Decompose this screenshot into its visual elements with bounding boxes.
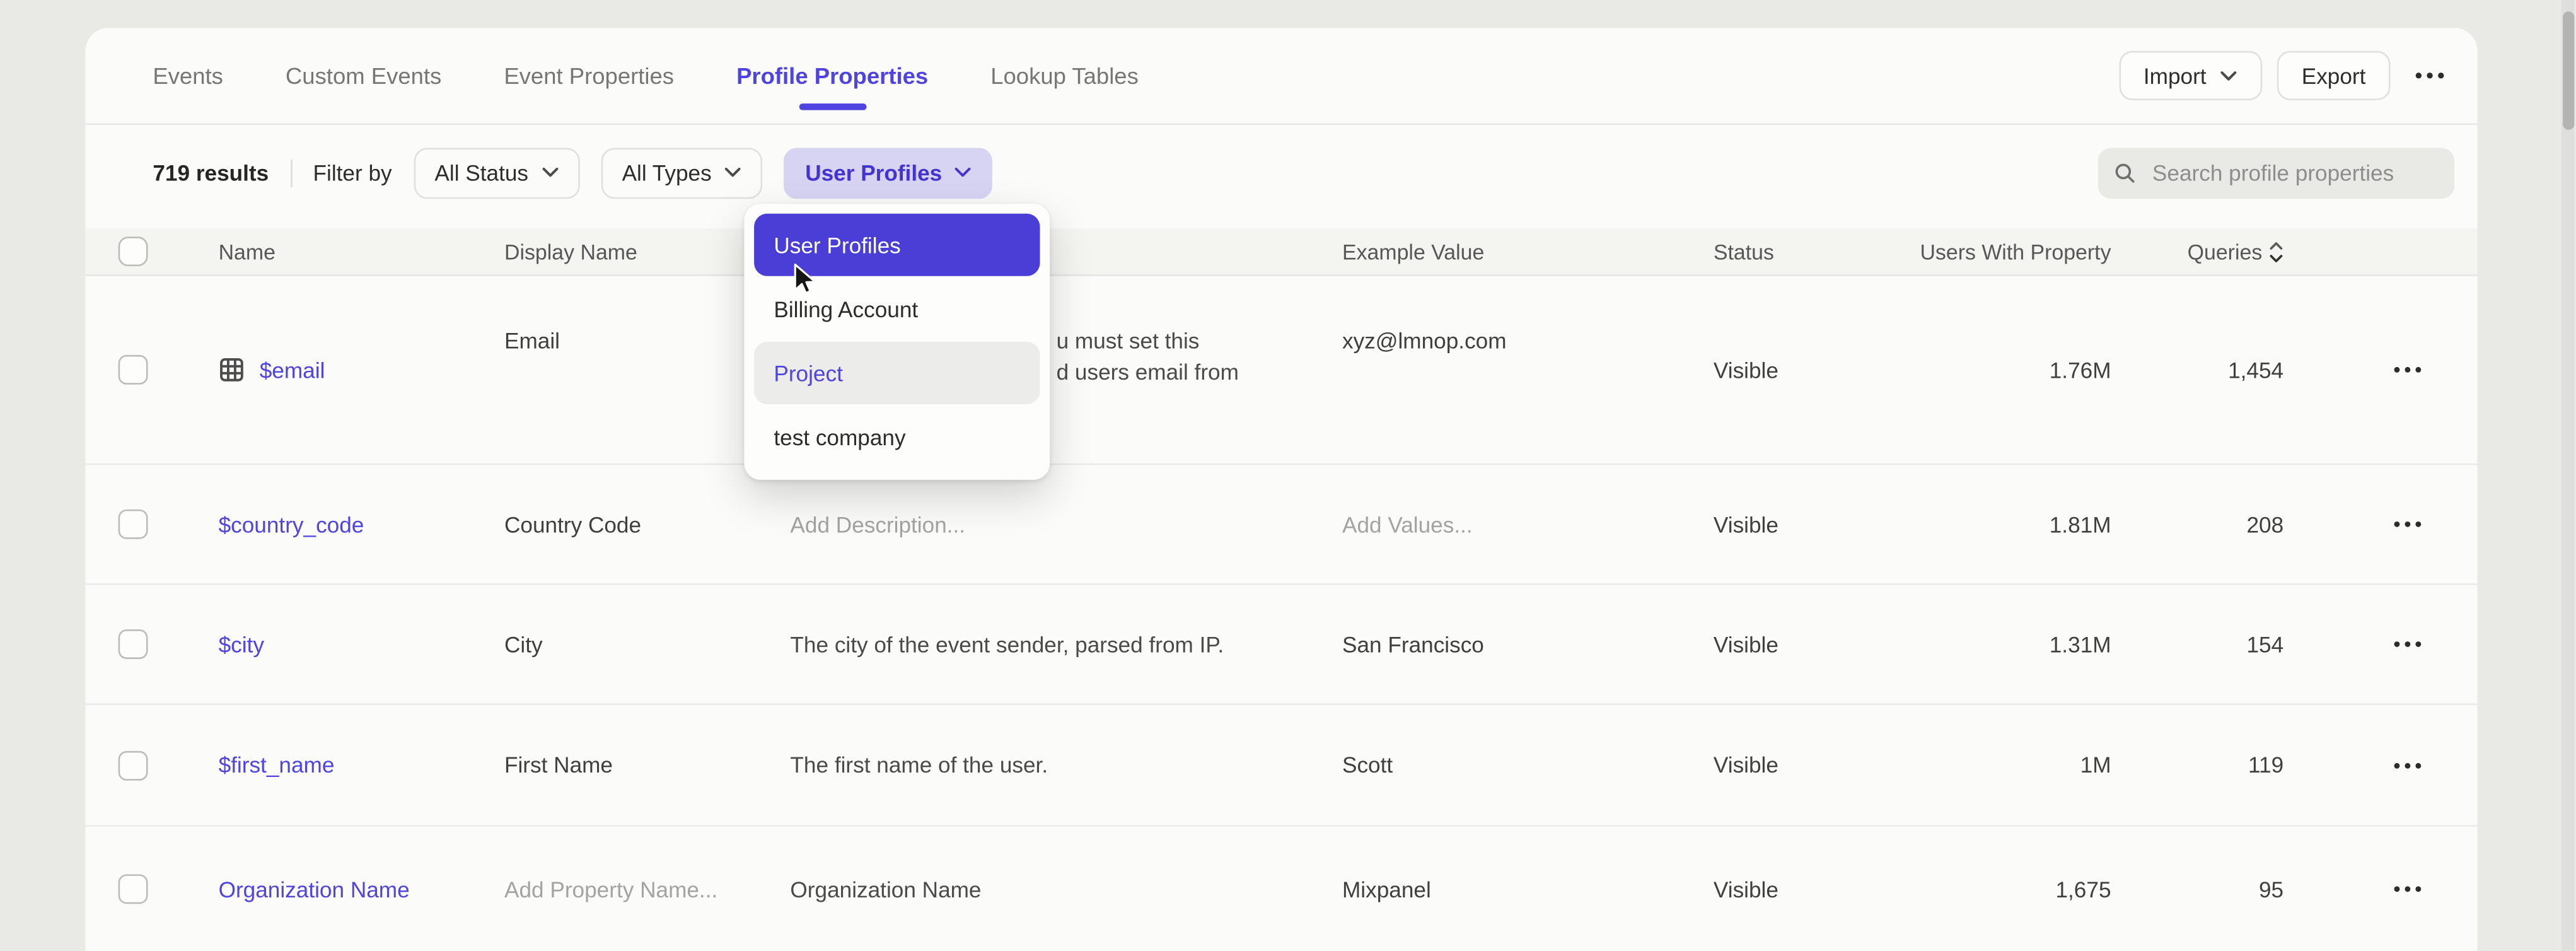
display-name-cell[interactable]: Add Property Name... bbox=[504, 877, 790, 901]
filter-bar: 719 results Filter by All Status All Typ… bbox=[153, 146, 2454, 199]
status-cell: Visible bbox=[1714, 632, 1911, 656]
col-users-with-property: Users With Property bbox=[1920, 239, 2111, 264]
col-name: Name bbox=[219, 239, 504, 264]
users-with-property-cell: 1.76M bbox=[2050, 358, 2111, 382]
header-checkbox[interactable] bbox=[119, 236, 148, 266]
table-row[interactable]: $first_name First Name The first name of… bbox=[86, 705, 2478, 827]
status-cell: Visible bbox=[1714, 752, 1911, 777]
property-name-link[interactable]: $city bbox=[219, 632, 504, 656]
tab-profile-properties[interactable]: Profile Properties bbox=[736, 28, 928, 123]
grid-icon bbox=[219, 356, 245, 383]
example-value-cell[interactable]: xyz@lmnop.com bbox=[1342, 329, 1714, 353]
row-actions-button[interactable] bbox=[2382, 499, 2432, 549]
search-icon bbox=[2115, 160, 2136, 185]
vertical-divider bbox=[290, 158, 292, 186]
description-cell[interactable]: The city of the event sender, parsed fro… bbox=[790, 629, 1342, 660]
more-options-button[interactable] bbox=[2405, 51, 2454, 100]
users-with-property-cell: 1.31M bbox=[2050, 632, 2111, 656]
table-header-row: Name Display Name Example Value Status U… bbox=[86, 228, 2478, 276]
row-checkbox[interactable] bbox=[119, 874, 148, 904]
row-checkbox[interactable] bbox=[119, 510, 148, 539]
tab-events[interactable]: Events bbox=[153, 28, 223, 123]
status-filter-dropdown[interactable]: All Status bbox=[414, 147, 579, 198]
row-actions-button[interactable] bbox=[2382, 865, 2432, 914]
filter-by-label: Filter by bbox=[313, 160, 392, 185]
users-with-property-cell: 1,675 bbox=[2055, 877, 2111, 901]
example-value-cell[interactable]: Add Values... bbox=[1342, 512, 1714, 537]
chevron-down-icon bbox=[725, 168, 741, 178]
property-name-link[interactable]: Organization Name bbox=[219, 877, 504, 901]
col-status: Status bbox=[1714, 239, 1911, 264]
property-name-link[interactable]: $first_name bbox=[219, 752, 504, 777]
tab-lookup-tables[interactable]: Lookup Tables bbox=[990, 28, 1139, 123]
tab-event-properties[interactable]: Event Properties bbox=[504, 28, 674, 123]
users-with-property-cell: 1.81M bbox=[2050, 512, 2111, 537]
status-cell: Visible bbox=[1714, 877, 1911, 901]
row-actions-button[interactable] bbox=[2382, 345, 2432, 394]
scrollbar[interactable] bbox=[2561, 0, 2575, 951]
table-row[interactable]: Organization Name Add Property Name... O… bbox=[86, 827, 2478, 951]
example-value-cell[interactable]: Mixpanel bbox=[1342, 877, 1714, 901]
scrollbar-thumb[interactable] bbox=[2563, 11, 2574, 130]
property-name-link[interactable]: $country_code bbox=[219, 512, 504, 537]
tab-bar: Events Custom Events Event Properties Pr… bbox=[86, 28, 2478, 125]
queries-cell: 119 bbox=[2248, 752, 2283, 777]
table-row[interactable]: $country_code Country Code Add Descripti… bbox=[86, 465, 2478, 585]
table-row[interactable]: $city City The city of the event sender,… bbox=[86, 585, 2478, 705]
menu-item-test-company[interactable]: test company bbox=[754, 406, 1040, 469]
queries-cell: 1,454 bbox=[2228, 358, 2283, 382]
row-checkbox[interactable] bbox=[119, 629, 148, 659]
kebab-icon bbox=[2393, 886, 2420, 892]
tab-actions: Import Export bbox=[2119, 51, 2454, 100]
kebab-icon bbox=[2393, 641, 2420, 647]
display-name-cell[interactable]: First Name bbox=[504, 752, 790, 777]
queries-cell: 208 bbox=[2246, 512, 2283, 537]
import-button[interactable]: Import bbox=[2119, 51, 2262, 100]
queries-cell: 95 bbox=[2259, 877, 2283, 901]
profile-type-menu: User Profiles Billing Account Project te… bbox=[744, 204, 1050, 480]
users-with-property-cell: 1M bbox=[2080, 752, 2111, 777]
row-checkbox[interactable] bbox=[119, 750, 148, 780]
active-tab-underline bbox=[799, 103, 866, 110]
kebab-icon bbox=[2393, 521, 2420, 527]
description-cell[interactable]: Organization Name bbox=[790, 873, 1342, 905]
display-name-cell[interactable]: City bbox=[504, 632, 790, 656]
search-input[interactable] bbox=[2149, 158, 2438, 186]
queries-cell: 154 bbox=[2246, 632, 2283, 656]
row-actions-button[interactable] bbox=[2382, 740, 2432, 790]
display-name-cell[interactable]: Country Code bbox=[504, 512, 790, 537]
kebab-icon bbox=[2393, 762, 2420, 768]
description-cell[interactable]: The first name of the user. bbox=[790, 749, 1342, 781]
col-queries[interactable]: Queries bbox=[2188, 239, 2284, 264]
row-actions-button[interactable] bbox=[2382, 619, 2432, 668]
app-viewport: Events Custom Events Event Properties Pr… bbox=[0, 0, 2576, 951]
content-card: Events Custom Events Event Properties Pr… bbox=[86, 28, 2478, 951]
kebab-icon bbox=[2415, 73, 2445, 79]
sort-icon bbox=[2269, 241, 2283, 262]
chevron-down-icon bbox=[2219, 70, 2237, 81]
type-filter-dropdown[interactable]: All Types bbox=[601, 147, 763, 198]
property-name-link[interactable]: $email bbox=[219, 356, 504, 383]
profile-type-filter-dropdown[interactable]: User Profiles bbox=[784, 147, 993, 198]
results-count: 719 results bbox=[153, 160, 269, 185]
chevron-down-icon bbox=[955, 168, 972, 178]
example-value-cell[interactable]: San Francisco bbox=[1342, 632, 1714, 656]
search-box[interactable] bbox=[2098, 147, 2454, 198]
kebab-icon bbox=[2393, 366, 2420, 373]
menu-item-project[interactable]: Project bbox=[754, 342, 1040, 404]
row-checkbox[interactable] bbox=[119, 355, 148, 385]
status-cell: Visible bbox=[1714, 358, 1911, 382]
table-row[interactable]: $email Email u must set this d users ema… bbox=[86, 276, 2478, 465]
tab-custom-events[interactable]: Custom Events bbox=[286, 28, 441, 123]
status-cell: Visible bbox=[1714, 512, 1911, 537]
col-example-value: Example Value bbox=[1342, 239, 1714, 264]
chevron-down-icon bbox=[542, 168, 558, 178]
description-cell[interactable]: Add Description... bbox=[790, 512, 1342, 537]
export-button[interactable]: Export bbox=[2277, 51, 2391, 100]
example-value-cell[interactable]: Scott bbox=[1342, 752, 1714, 777]
mouse-cursor bbox=[794, 263, 816, 296]
